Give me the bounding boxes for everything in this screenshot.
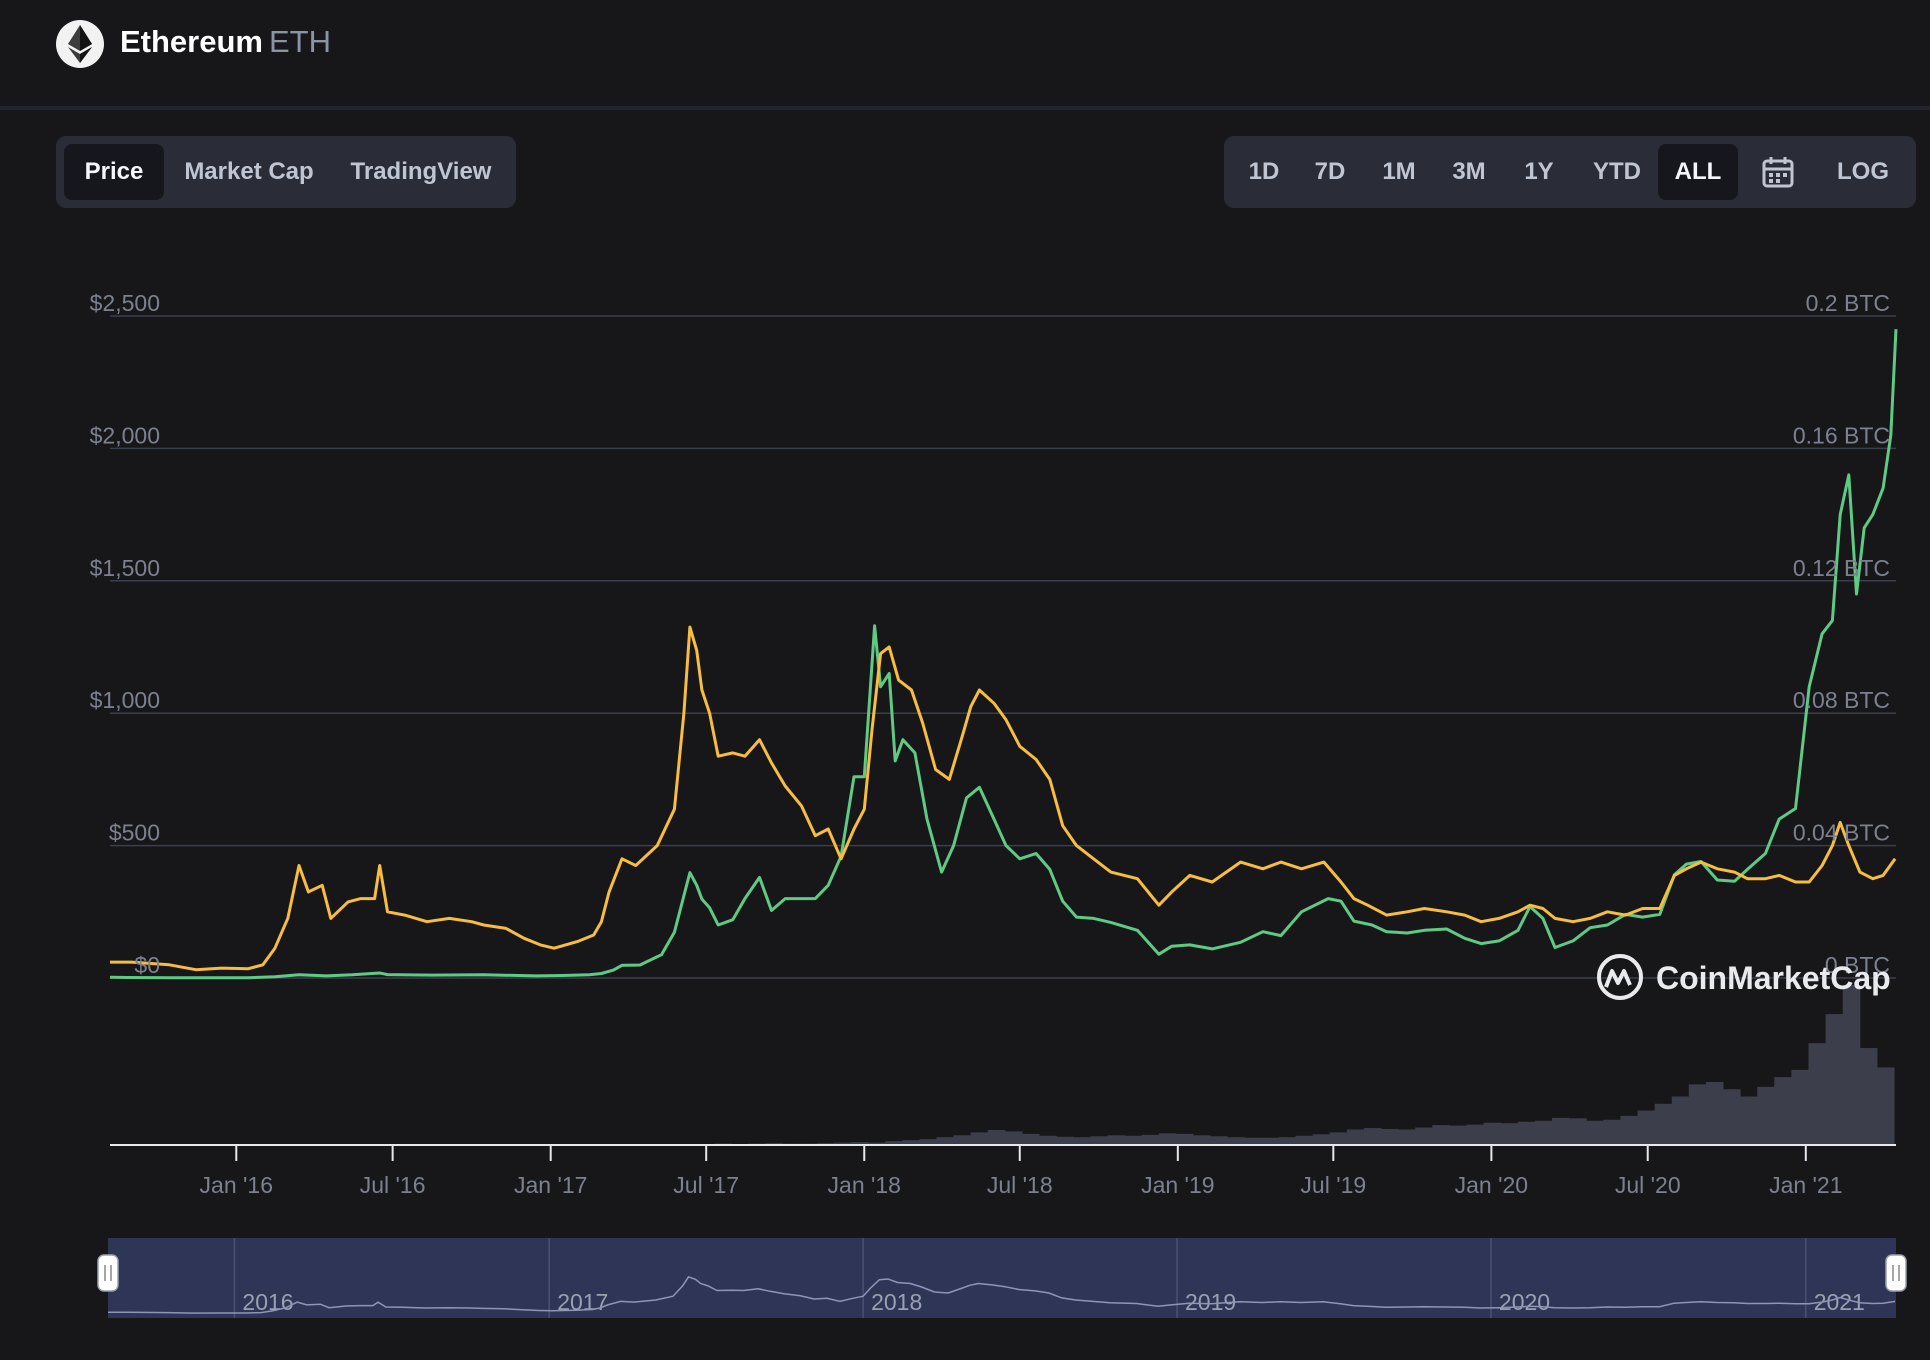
price-lines: [109, 329, 1898, 980]
volume-bar: [1774, 1077, 1792, 1145]
volume-bar: [1705, 1081, 1724, 1145]
volume-bar: [1124, 1135, 1143, 1145]
volume-bar: [1688, 1084, 1707, 1145]
volume-bar: [1757, 1086, 1775, 1145]
x-tick-label: Jan '21: [1769, 1172, 1842, 1198]
volume-bar: [1723, 1089, 1741, 1145]
volume-bar: [1449, 1125, 1468, 1145]
volume-bar: [1346, 1129, 1365, 1145]
volume-bar: [1654, 1103, 1673, 1145]
volume-bar: [1637, 1110, 1656, 1145]
volume-bar: [1432, 1125, 1450, 1145]
volume-bar: [1808, 1043, 1827, 1145]
volume-bar: [1363, 1128, 1382, 1145]
y-right-tick-label: 0.08 BTC: [1793, 687, 1890, 713]
volume-bar: [1740, 1096, 1758, 1145]
volume-bar: [1398, 1129, 1416, 1145]
coinmarketcap-watermark: CoinMarketCap: [1597, 954, 1891, 1000]
y-left-tick-label: $2,000: [90, 422, 160, 448]
x-tick-label: Jan '16: [200, 1172, 273, 1198]
volume-bar: [1107, 1135, 1126, 1145]
x-tick-label: Jan '17: [514, 1172, 587, 1198]
x-tick-label: Jan '19: [1141, 1172, 1214, 1198]
volume-bar: [936, 1137, 955, 1145]
btc-price-line: [110, 625, 1897, 972]
volume-bar: [1261, 1137, 1279, 1145]
volume-bar: [1825, 1014, 1844, 1145]
volume-bar: [1141, 1134, 1160, 1145]
navigator-right-handle[interactable]: [1885, 1254, 1907, 1292]
price-chart: $0 0 BTC$500 0.04 BTC$1,000 0.08 BTC$1,500 0…: [90, 290, 1907, 1318]
volume-bar: [1483, 1122, 1502, 1145]
volume-bar: [1056, 1136, 1074, 1145]
range-navigator: 2016 2017 2018 2019 2020 2021: [97, 1238, 1907, 1318]
volume-bar: [1859, 1048, 1878, 1145]
volume-bar: [970, 1132, 989, 1145]
y-right-tick-label: 0.12 BTC: [1793, 555, 1890, 581]
y-left-tick-label: $500: [109, 820, 160, 846]
navigator-year-label: 2018: [871, 1289, 922, 1315]
x-tick-label: Jan '18: [828, 1172, 901, 1198]
volume-bar: [1517, 1121, 1536, 1145]
x-tick-label: Jul '16: [360, 1172, 426, 1198]
y-left-tick-label: $2,500: [90, 290, 160, 316]
coinmarketcap-logo-mark: [1604, 969, 1632, 988]
volume-bar: [1004, 1131, 1023, 1145]
watermark-text: CoinMarketCap: [1656, 960, 1891, 996]
volume-bar: [1552, 1117, 1570, 1145]
y-right-tick-label: 0.16 BTC: [1793, 422, 1890, 448]
axis-labels: $0 0 BTC$500 0.04 BTC$1,000 0.08 BTC$1,500 0…: [90, 290, 1896, 1198]
x-tick-label: Jul '17: [673, 1172, 739, 1198]
y-left-tick-label: $1,500: [90, 555, 160, 581]
volume-bars: [680, 985, 1895, 1145]
volume-bar: [1381, 1129, 1399, 1145]
volume-bar: [1569, 1118, 1587, 1145]
volume-bar: [1210, 1136, 1228, 1145]
volume-bar: [1842, 985, 1861, 1145]
volume-bar: [1329, 1132, 1348, 1145]
volume-bar: [1039, 1135, 1057, 1145]
volume-bar: [1021, 1133, 1040, 1145]
volume-bar: [1227, 1137, 1245, 1145]
volume-bar: [1278, 1137, 1297, 1145]
y-left-tick-label: $1,000: [90, 687, 160, 713]
navigator-year-label: 2020: [1499, 1289, 1550, 1315]
y-right-tick-label: 0.2 BTC: [1806, 290, 1890, 316]
volume-bar: [1295, 1135, 1314, 1145]
volume-bar: [987, 1129, 1006, 1145]
navigator-left-handle[interactable]: [97, 1254, 119, 1292]
volume-bar: [1415, 1127, 1433, 1145]
volume-bar: [1090, 1136, 1108, 1145]
volume-bar: [1244, 1137, 1262, 1145]
volume-bar: [1534, 1120, 1553, 1145]
handle-body[interactable]: [97, 1254, 119, 1292]
x-tick-label: Jul '20: [1615, 1172, 1681, 1198]
volume-bar: [1500, 1123, 1519, 1145]
y-left-tick-label: $0: [134, 952, 160, 978]
volume-bar: [1791, 1069, 1810, 1145]
x-tick-label: Jul '18: [987, 1172, 1053, 1198]
volume-bar: [1466, 1124, 1485, 1145]
volume-bar: [1620, 1115, 1639, 1145]
volume-bar: [1603, 1119, 1621, 1145]
volume-bar: [1158, 1133, 1177, 1145]
navigator-window[interactable]: [108, 1238, 1896, 1318]
volume-bar: [953, 1135, 972, 1145]
volume-bar: [1586, 1120, 1604, 1145]
volume-bar: [1175, 1133, 1194, 1145]
x-tick-label: Jan '20: [1455, 1172, 1528, 1198]
volume-bar: [1073, 1137, 1091, 1145]
x-tick-label: Jul '19: [1300, 1172, 1366, 1198]
volume-bar: [1312, 1134, 1331, 1145]
y-right-tick-label: 0.04 BTC: [1793, 820, 1890, 846]
volume-bar: [1192, 1135, 1211, 1145]
volume-bar: [1671, 1096, 1690, 1145]
volume-bar: [1876, 1067, 1895, 1145]
handle-body[interactable]: [1885, 1254, 1907, 1292]
